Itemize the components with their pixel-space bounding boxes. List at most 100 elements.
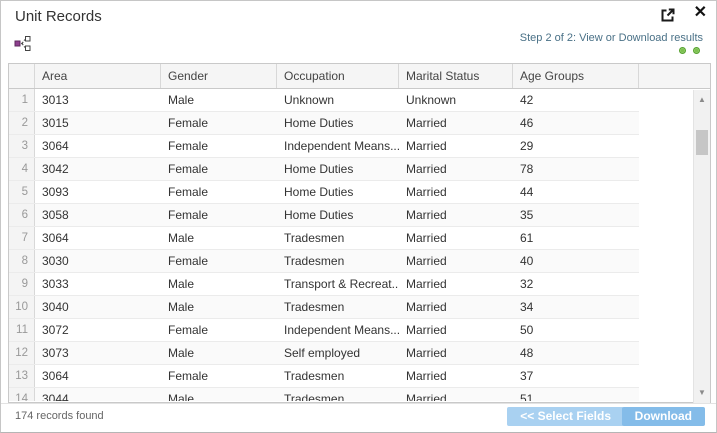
table-row[interactable]: 93033MaleTransport & Recreat...Married32 (9, 273, 639, 296)
cell-area: 3064 (35, 135, 161, 157)
step-indicator: Step 2 of 2: View or Download results (520, 32, 703, 44)
cell-gender: Male (161, 89, 277, 111)
cell-age-groups: 34 (513, 296, 639, 318)
step-dot-1[interactable] (679, 47, 686, 54)
vertical-scrollbar[interactable]: ▲ ▼ (693, 90, 710, 403)
header-age-groups[interactable]: Age Groups (513, 64, 639, 88)
cell-occupation: Tradesmen (277, 365, 399, 387)
cell-gender: Male (161, 388, 277, 401)
cell-area: 3093 (35, 181, 161, 203)
cell-gender: Female (161, 112, 277, 134)
close-icon[interactable]: ✕ (694, 3, 707, 23)
row-number: 14 (9, 388, 35, 401)
row-number: 12 (9, 342, 35, 364)
cell-occupation: Home Duties (277, 112, 399, 134)
row-number: 3 (9, 135, 35, 157)
row-number: 1 (9, 89, 35, 111)
table-row[interactable]: 63058FemaleHome DutiesMarried35 (9, 204, 639, 227)
cell-gender: Female (161, 158, 277, 180)
row-number: 7 (9, 227, 35, 249)
table-row[interactable]: 113072FemaleIndependent Means...Married5… (9, 319, 639, 342)
cell-gender: Female (161, 365, 277, 387)
footer-divider (1, 403, 716, 404)
cell-marital-status: Married (399, 319, 513, 341)
cell-marital-status: Married (399, 388, 513, 401)
header-filler (639, 64, 710, 88)
table-row[interactable]: 23015FemaleHome DutiesMarried46 (9, 112, 639, 135)
cell-marital-status: Married (399, 365, 513, 387)
row-number: 4 (9, 158, 35, 180)
cell-age-groups: 42 (513, 89, 639, 111)
cell-gender: Male (161, 227, 277, 249)
cell-area: 3042 (35, 158, 161, 180)
row-number: 5 (9, 181, 35, 203)
table-row[interactable]: 43042FemaleHome DutiesMarried78 (9, 158, 639, 181)
cell-age-groups: 46 (513, 112, 639, 134)
cell-marital-status: Married (399, 250, 513, 272)
cell-area: 3013 (35, 89, 161, 111)
download-button[interactable]: Download (622, 407, 705, 426)
cell-gender: Female (161, 204, 277, 226)
cell-age-groups: 40 (513, 250, 639, 272)
scroll-down-icon[interactable]: ▼ (694, 386, 710, 400)
cell-age-groups: 29 (513, 135, 639, 157)
table-row[interactable]: 13013MaleUnknownUnknown42 (9, 89, 639, 112)
cell-age-groups: 32 (513, 273, 639, 295)
cell-age-groups: 51 (513, 388, 639, 401)
header-gender[interactable]: Gender (161, 64, 277, 88)
cell-gender: Female (161, 250, 277, 272)
header-occupation[interactable]: Occupation (277, 64, 399, 88)
cell-marital-status: Married (399, 181, 513, 203)
cell-marital-status: Married (399, 296, 513, 318)
cell-area: 3058 (35, 204, 161, 226)
cell-occupation: Unknown (277, 89, 399, 111)
cell-area: 3044 (35, 388, 161, 401)
cell-occupation: Independent Means... (277, 135, 399, 157)
cell-marital-status: Married (399, 342, 513, 364)
header-marital-status[interactable]: Marital Status (399, 64, 513, 88)
cell-marital-status: Married (399, 273, 513, 295)
cell-area: 3033 (35, 273, 161, 295)
cell-age-groups: 61 (513, 227, 639, 249)
header-row-number (9, 64, 35, 88)
cell-age-groups: 44 (513, 181, 639, 203)
page-title: Unit Records (15, 8, 102, 25)
header-area[interactable]: Area (35, 64, 161, 88)
row-number: 9 (9, 273, 35, 295)
cell-age-groups: 78 (513, 158, 639, 180)
cell-age-groups: 37 (513, 365, 639, 387)
field-tree-icon[interactable] (14, 35, 31, 52)
cell-gender: Male (161, 273, 277, 295)
scrollbar-thumb[interactable] (696, 130, 708, 155)
cell-occupation: Tradesmen (277, 227, 399, 249)
cell-marital-status: Married (399, 204, 513, 226)
cell-gender: Female (161, 181, 277, 203)
cell-area: 3064 (35, 227, 161, 249)
row-number: 8 (9, 250, 35, 272)
scroll-up-icon[interactable]: ▲ (694, 93, 710, 107)
table-row[interactable]: 133064FemaleTradesmenMarried37 (9, 365, 639, 388)
table-row[interactable]: 83030FemaleTradesmenMarried40 (9, 250, 639, 273)
table-row[interactable]: 103040MaleTradesmenMarried34 (9, 296, 639, 319)
table-row[interactable]: 33064FemaleIndependent Means...Married29 (9, 135, 639, 158)
cell-marital-status: Married (399, 112, 513, 134)
cell-occupation: Tradesmen (277, 296, 399, 318)
row-number: 6 (9, 204, 35, 226)
table-row[interactable]: 53093FemaleHome DutiesMarried44 (9, 181, 639, 204)
cell-age-groups: 35 (513, 204, 639, 226)
table-row[interactable]: 123073MaleSelf employedMarried48 (9, 342, 639, 365)
table-row[interactable]: 73064MaleTradesmenMarried61 (9, 227, 639, 250)
row-number: 13 (9, 365, 35, 387)
select-fields-button[interactable]: << Select Fields (507, 407, 624, 426)
records-found-status: 174 records found (15, 410, 104, 422)
step-dot-2[interactable] (693, 47, 700, 54)
table-row[interactable]: 143044MaleTradesmenMarried51 (9, 388, 639, 401)
cell-marital-status: Married (399, 158, 513, 180)
open-in-new-icon[interactable] (659, 7, 676, 24)
cell-occupation: Tradesmen (277, 250, 399, 272)
row-number: 2 (9, 112, 35, 134)
cell-area: 3040 (35, 296, 161, 318)
cell-area: 3072 (35, 319, 161, 341)
cell-occupation: Transport & Recreat... (277, 273, 399, 295)
grid-header: Area Gender Occupation Marital Status Ag… (9, 64, 710, 89)
